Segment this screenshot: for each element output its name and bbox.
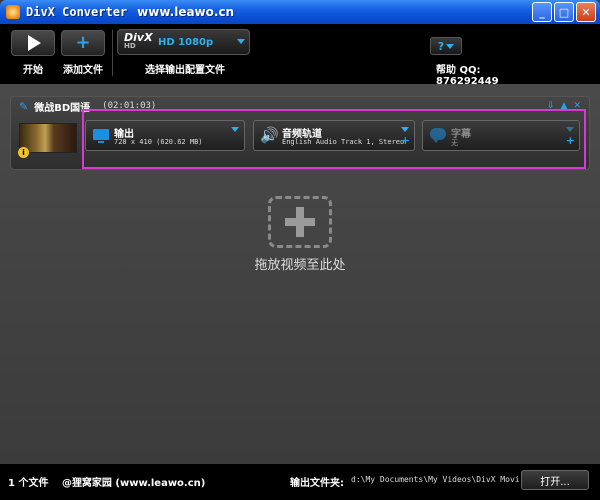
chevron-down-icon (446, 43, 455, 49)
audio-detail: English Audio Track 1, Stereo (282, 138, 405, 146)
plus-icon: + (75, 32, 91, 53)
window-title: DivX Converter (26, 5, 128, 19)
open-folder-button[interactable]: 打开... (521, 470, 589, 490)
add-file-button[interactable]: + (61, 30, 105, 56)
subtitle-detail: 无 (451, 139, 458, 147)
profile-value: HD 1080p (158, 36, 214, 48)
subtitle-dropdown[interactable]: 字幕 无 + (422, 120, 580, 151)
window-title-url: www.leawo.cn (137, 5, 235, 19)
add-audio-icon[interactable]: + (401, 134, 410, 147)
chevron-down-icon (237, 39, 245, 44)
toolbar: 开始 + 添加文件 DivX HD HD 1080p 选择输出配置文件 ? 帮助… (0, 24, 600, 87)
file-row[interactable]: ✎ 微战BD国语 (02:01:03) ⇩ ▲ ✕ i 输出 728 x 410… (10, 96, 590, 170)
output-profile-dropdown[interactable]: DivX HD HD 1080p (117, 29, 250, 55)
chevron-down-icon (231, 127, 239, 132)
minimize-button[interactable]: _ (532, 2, 552, 22)
close-button[interactable]: ✕ (576, 2, 596, 22)
file-count: 1 个文件 (8, 478, 49, 489)
help-icon: ? (437, 39, 445, 53)
maximize-button[interactable]: □ (554, 2, 574, 22)
help-button[interactable]: ? (430, 37, 462, 55)
title-bar: DivX Converter www.leawo.cn _ □ ✕ (0, 0, 600, 24)
drop-zone-text: 拖放视频至此处 (254, 258, 346, 273)
add-file-label: 添加文件 (63, 65, 103, 76)
output-folder-path: d:\My Documents\My Videos\DivX Movies (351, 475, 519, 484)
start-button[interactable] (11, 30, 55, 56)
app-icon (6, 5, 20, 19)
drop-zone-icon[interactable] (268, 196, 332, 248)
status-bar: 1 个文件 @狸窝家园 (www.leawo.cn) 输出文件夹: d:\My … (0, 464, 600, 500)
edit-icon[interactable]: ✎ (19, 100, 28, 113)
play-icon (28, 35, 41, 51)
speaker-icon: 🔊 (260, 126, 279, 144)
add-subtitle-icon[interactable]: + (566, 134, 575, 147)
status-left: 1 个文件 @狸窝家园 (www.leawo.cn) (8, 474, 205, 489)
output-settings-dropdown[interactable]: 输出 728 x 410 (620.62 MB) (85, 120, 245, 151)
output-folder-label: 输出文件夹: (290, 478, 344, 489)
credit-text: @狸窝家园 (www.leawo.cn) (61, 478, 206, 489)
plus-icon (285, 207, 315, 237)
subtitle-icon (430, 128, 446, 143)
toolbar-divider (112, 30, 113, 76)
profile-label: 选择输出配置文件 (145, 65, 225, 76)
chevron-down-icon (566, 127, 574, 132)
audio-track-dropdown[interactable]: 🔊 音频轨道 English Audio Track 1, Stereo + (253, 120, 415, 151)
output-detail: 728 x 410 (620.62 MB) (114, 138, 203, 146)
video-thumbnail[interactable]: i (18, 123, 77, 158)
start-label: 开始 (23, 65, 43, 76)
monitor-icon (93, 129, 109, 143)
content-area: ✎ 微战BD国语 (02:01:03) ⇩ ▲ ✕ i 输出 728 x 410… (0, 84, 600, 464)
info-badge-icon: i (18, 147, 29, 158)
window-controls: _ □ ✕ (532, 2, 596, 22)
divx-logo: DivX HD (124, 32, 158, 51)
chevron-down-icon (401, 127, 409, 132)
